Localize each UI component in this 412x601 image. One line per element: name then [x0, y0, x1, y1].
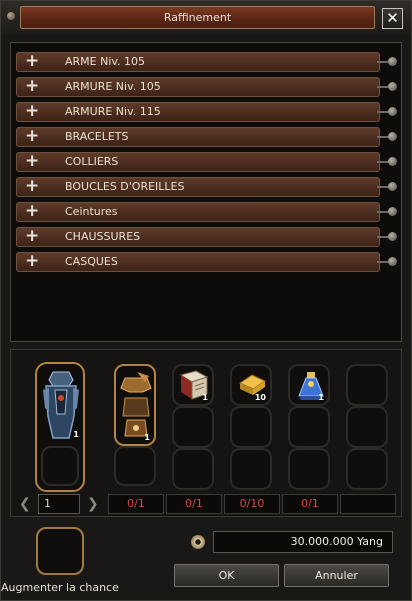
- category-label: ARMURE Niv. 115: [65, 105, 161, 118]
- material-slot-empty[interactable]: [288, 448, 330, 490]
- expand-icon: +: [25, 226, 40, 246]
- material-slot-empty[interactable]: [114, 446, 156, 486]
- slider-knob-icon: [377, 256, 399, 268]
- next-page-button[interactable]: ❯: [87, 496, 99, 512]
- category-label: CASQUES: [65, 255, 118, 268]
- category-label: ARMURE Niv. 105: [65, 80, 161, 93]
- window-gem-icon: [7, 12, 15, 20]
- expand-icon: +: [25, 201, 40, 221]
- window-title: Raffinement: [20, 6, 375, 29]
- slider-knob-icon: [377, 56, 399, 68]
- chance-item-slot[interactable]: [36, 527, 84, 575]
- material-count: 0/1: [166, 494, 222, 514]
- category-row[interactable]: + COLLIERS: [16, 151, 397, 172]
- category-row[interactable]: + ARMURE Niv. 115: [16, 101, 397, 122]
- category-label: Ceintures: [65, 205, 118, 218]
- prev-page-button[interactable]: ❮: [19, 496, 31, 512]
- expand-icon: +: [25, 176, 40, 196]
- material-count: 0/1: [282, 494, 338, 514]
- material-count-empty: [340, 494, 396, 514]
- material-slot[interactable]: 1: [114, 364, 156, 446]
- category-row[interactable]: + Ceintures: [16, 201, 397, 222]
- category-row[interactable]: + ARME Niv. 105: [16, 51, 397, 72]
- material-slot-empty[interactable]: [346, 448, 388, 490]
- category-label: COLLIERS: [65, 155, 119, 168]
- refinement-window: Raffinement ✕ + ARME Niv. 105 + ARMURE N…: [0, 0, 412, 601]
- category-row[interactable]: + ARMURE Niv. 105: [16, 76, 397, 97]
- chance-label: Augmenter la chance: [1, 581, 119, 594]
- item-quantity: 1: [144, 433, 150, 442]
- category-label: BRACELETS: [65, 130, 129, 143]
- material-slot[interactable]: 1: [288, 364, 330, 406]
- expand-icon: +: [25, 76, 40, 96]
- main-item-bottom-slot: [41, 446, 79, 486]
- expand-icon: +: [25, 101, 40, 121]
- yang-coin-icon: [191, 535, 205, 549]
- category-row[interactable]: + BOUCLES D'OREILLES: [16, 176, 397, 197]
- material-slot-empty[interactable]: [172, 406, 214, 448]
- material-slot-empty[interactable]: [346, 406, 388, 448]
- chevron-right-icon: ❯: [87, 496, 99, 512]
- slider-knob-icon: [377, 131, 399, 143]
- close-icon: ✕: [386, 9, 399, 27]
- ok-button[interactable]: OK: [174, 564, 279, 587]
- material-slot-empty[interactable]: [346, 364, 388, 406]
- material-count: 0/10: [224, 494, 280, 514]
- slider-knob-icon: [377, 156, 399, 168]
- expand-icon: +: [25, 151, 40, 171]
- main-item-slot[interactable]: 1: [35, 362, 85, 492]
- material-slot-empty[interactable]: [230, 448, 272, 490]
- yang-cost-field: 30.000.000 Yang: [213, 531, 393, 553]
- close-button[interactable]: ✕: [382, 8, 403, 29]
- page-number-field[interactable]: 1: [38, 494, 80, 514]
- slider-knob-icon: [377, 231, 399, 243]
- item-quantity: 10: [254, 393, 266, 402]
- slider-knob-icon: [377, 106, 399, 118]
- material-slot-empty[interactable]: [288, 406, 330, 448]
- expand-icon: +: [25, 251, 40, 271]
- slider-knob-icon: [377, 181, 399, 193]
- armor-piece-icon: [120, 372, 152, 437]
- slider-knob-icon: [377, 81, 399, 93]
- category-row[interactable]: + CASQUES: [16, 251, 397, 272]
- material-count: 0/1: [108, 494, 164, 514]
- expand-icon: +: [25, 51, 40, 71]
- category-label: ARME Niv. 105: [65, 55, 146, 68]
- material-slot-empty[interactable]: [230, 406, 272, 448]
- item-quantity: 1: [318, 393, 324, 402]
- item-quantity: 1: [73, 430, 79, 439]
- material-slot[interactable]: 10: [230, 364, 272, 406]
- category-label: CHAUSSURES: [65, 230, 141, 243]
- category-row[interactable]: + CHAUSSURES: [16, 226, 397, 247]
- category-row[interactable]: + BRACELETS: [16, 126, 397, 147]
- material-slot[interactable]: 1: [172, 364, 214, 406]
- category-label: BOUCLES D'OREILLES: [65, 180, 185, 193]
- chevron-left-icon: ❮: [19, 496, 31, 512]
- material-slot-empty[interactable]: [172, 448, 214, 490]
- cancel-button[interactable]: Annuler: [284, 564, 389, 587]
- slider-knob-icon: [377, 206, 399, 218]
- item-quantity: 1: [202, 393, 208, 402]
- expand-icon: +: [25, 126, 40, 146]
- title-bar[interactable]: Raffinement ✕: [1, 1, 411, 35]
